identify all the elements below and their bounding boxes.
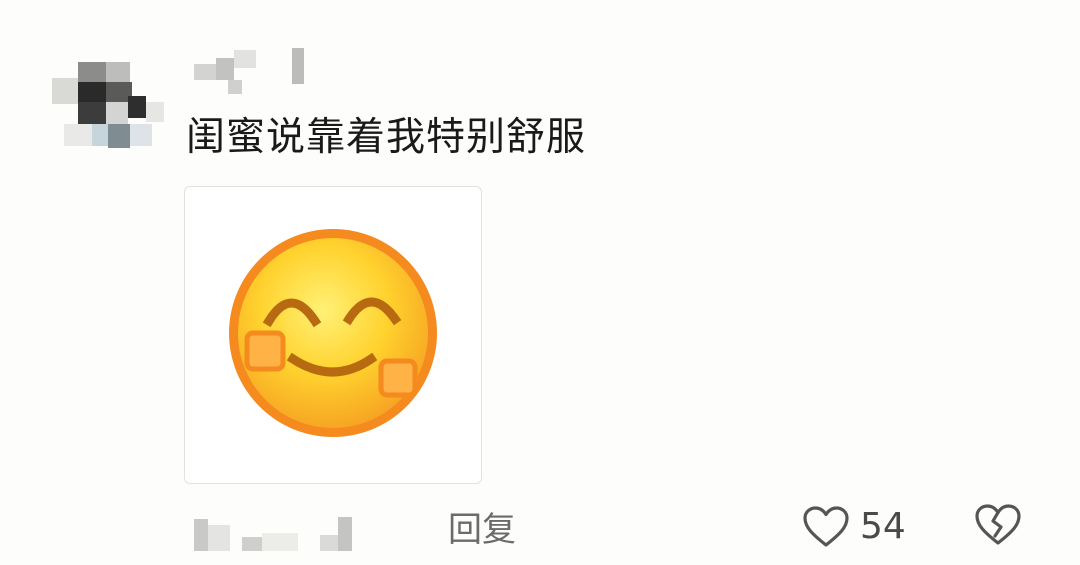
comment-meta-pixelated <box>194 515 364 555</box>
comment-image[interactable] <box>184 186 482 484</box>
broken-heart-icon <box>975 504 1021 545</box>
heart-outline-icon <box>803 506 849 547</box>
dislike-button[interactable] <box>974 503 1022 551</box>
avatar[interactable] <box>52 62 164 150</box>
like-count: 54 <box>860 506 906 547</box>
comment-item: 闺蜜说靠着我特别舒服 回复 54 <box>0 0 1080 565</box>
reply-button[interactable]: 回复 <box>448 508 516 552</box>
comment-text: 闺蜜说靠着我特别舒服 <box>186 115 587 160</box>
smiling-blush-emoji-icon <box>229 229 437 437</box>
like-button[interactable]: 54 <box>802 503 906 551</box>
username-pixelated[interactable] <box>194 46 324 96</box>
